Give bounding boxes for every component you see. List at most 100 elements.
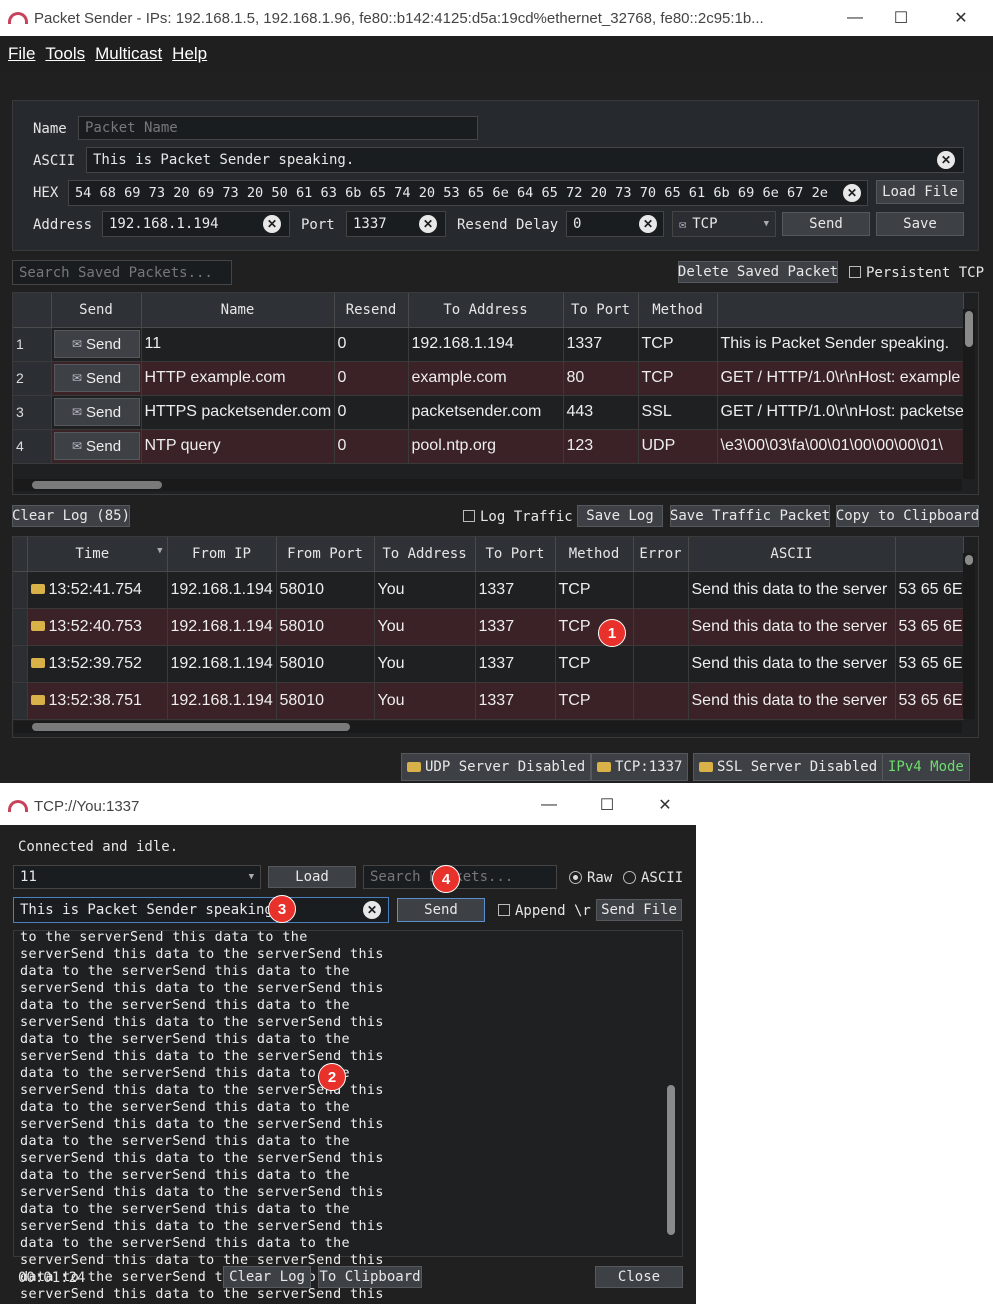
save-traffic-packet-button[interactable]: Save Traffic Packet: [670, 505, 830, 527]
ipv4-mode-status[interactable]: IPv4 Mode: [882, 753, 970, 781]
search-packets-input[interactable]: Search Packets...: [363, 865, 557, 889]
to-clipboard-button[interactable]: To Clipboard: [318, 1266, 422, 1288]
saved-table-vscroll[interactable]: [963, 309, 975, 479]
table-row[interactable]: 1 ✉ Send 11 0 192.168.1.194 1337 TCP This…: [13, 327, 964, 362]
table-row[interactable]: 2 ✉ Send HTTP example.com 0 example.com 8…: [13, 361, 964, 396]
col-data[interactable]: [717, 293, 964, 328]
clear-hex-icon[interactable]: ✕: [843, 184, 861, 202]
row-header: [13, 645, 28, 683]
clear-log-button[interactable]: Clear Log (85): [12, 505, 130, 527]
address-input[interactable]: 192.168.1.194: [102, 211, 290, 237]
menu-bar: File Tools Multicast Help: [0, 37, 993, 71]
table-row[interactable]: 3 ✉ Send HTTPS packetsender.com 0 packets…: [13, 395, 964, 430]
udp-status[interactable]: UDP Server Disabled: [401, 753, 592, 781]
row-send-button[interactable]: ✉ Send: [53, 364, 140, 392]
row-send-button[interactable]: ✉ Send: [53, 432, 140, 460]
send-cell: ✉ Send: [51, 361, 142, 396]
col-send[interactable]: Send: [51, 293, 142, 328]
tcp-status[interactable]: TCP:1337: [591, 753, 689, 781]
col-error[interactable]: Error: [633, 537, 689, 572]
cell-address: pool.ntp.org: [408, 429, 564, 464]
minimize-button[interactable]: —: [832, 0, 878, 36]
tcp-send-button[interactable]: Send: [397, 898, 485, 922]
cell-time: 13:52:39.752: [27, 645, 168, 683]
name-label: Name: [33, 121, 67, 137]
close-window-button[interactable]: ✕: [938, 0, 984, 36]
menu-file[interactable]: File: [8, 44, 35, 64]
tcp-log-vscroll[interactable]: [665, 945, 677, 1241]
save-button[interactable]: Save: [876, 212, 964, 236]
ascii-radio[interactable]: ASCII: [623, 870, 683, 886]
send-button[interactable]: Send: [782, 212, 870, 236]
close-window-button[interactable]: ✕: [642, 787, 688, 823]
clear-resend-icon[interactable]: ✕: [639, 215, 657, 233]
table-row[interactable]: 13:52:40.753 192.168.1.194 58010 You 133…: [13, 608, 964, 646]
table-row[interactable]: 4 ✉ Send NTP query 0 pool.ntp.org 123 UDP…: [13, 429, 964, 464]
table-row[interactable]: 13:52:38.751 192.168.1.194 58010 You 133…: [13, 682, 964, 720]
row-send-button[interactable]: ✉ Send: [53, 398, 140, 426]
cell-method: TCP: [638, 327, 718, 362]
load-button[interactable]: Load: [268, 866, 356, 888]
copy-to-clipboard-button[interactable]: Copy to Clipboard: [836, 505, 979, 527]
row-send-button[interactable]: ✉ Send: [53, 330, 140, 358]
maximize-button[interactable]: ☐: [584, 787, 630, 823]
persistent-tcp-checkbox[interactable]: Persistent TCP: [849, 265, 984, 281]
col-method[interactable]: Method: [638, 293, 718, 328]
cell-resend: 0: [334, 327, 409, 362]
table-row[interactable]: 13:52:39.752 192.168.1.194 58010 You 133…: [13, 645, 964, 683]
col-to-address[interactable]: To Address: [408, 293, 564, 328]
protocol-select[interactable]: ✉ TCP ▼: [672, 211, 776, 237]
clear-address-icon[interactable]: ✕: [263, 215, 281, 233]
col-name[interactable]: Name: [141, 293, 335, 328]
minimize-button[interactable]: —: [526, 787, 572, 823]
log-traffic-checkbox[interactable]: Log Traffic: [463, 509, 573, 525]
ascii-input[interactable]: This is Packet Sender speaking.: [86, 147, 964, 173]
search-saved-input[interactable]: Search Saved Packets...: [12, 260, 232, 285]
load-file-button[interactable]: Load File: [876, 180, 964, 204]
delete-saved-packet-button[interactable]: Delete Saved Packet: [678, 261, 838, 283]
menu-tools[interactable]: Tools: [45, 44, 85, 64]
col-method[interactable]: Method: [555, 537, 634, 572]
col-ascii[interactable]: ASCII: [688, 537, 896, 572]
clear-port-icon[interactable]: ✕: [419, 215, 437, 233]
raw-radio[interactable]: Raw: [569, 870, 612, 886]
col-to-port[interactable]: To Port: [563, 293, 639, 328]
maximize-button[interactable]: ☐: [878, 0, 924, 36]
log-table-hscroll[interactable]: [14, 721, 962, 733]
log-table-vscroll[interactable]: [963, 553, 975, 719]
folder-icon: [30, 620, 45, 631]
table-row[interactable]: 13:52:41.754 192.168.1.194 58010 You 133…: [13, 571, 964, 609]
corner-header: [13, 537, 28, 572]
send-file-button[interactable]: Send File: [596, 899, 682, 921]
cell-address: 192.168.1.194: [408, 327, 564, 362]
annotation-badge-2: 2: [318, 1063, 346, 1091]
close-button[interactable]: Close: [595, 1266, 683, 1288]
hex-input[interactable]: 54 68 69 73 20 69 73 20 50 61 63 6b 65 7…: [68, 180, 868, 206]
clear-input-icon[interactable]: ✕: [363, 901, 381, 919]
col-time[interactable]: Time ▼: [27, 537, 168, 572]
tcp-log-line: data to the serverSend this data to the: [20, 1032, 351, 1047]
packet-name-input[interactable]: Packet Name: [78, 116, 478, 140]
persistent-tcp-check-icon: [849, 266, 861, 278]
col-from-port[interactable]: From Port: [276, 537, 375, 572]
saved-table-hscroll[interactable]: [14, 479, 962, 491]
col-to-address[interactable]: To Address: [374, 537, 476, 572]
tcp-clear-log-button[interactable]: Clear Log: [223, 1266, 311, 1288]
menu-multicast[interactable]: Multicast: [95, 44, 162, 64]
radio-unchecked-icon: [623, 871, 636, 884]
packet-select[interactable]: 11 ▼: [13, 865, 261, 889]
col-hex[interactable]: [895, 537, 964, 572]
clear-ascii-icon[interactable]: ✕: [937, 151, 955, 169]
save-log-button[interactable]: Save Log: [577, 505, 663, 527]
tcp-log-text: to the serverSend this data to the server…: [20, 929, 384, 1304]
cell-error: [633, 608, 689, 646]
ssl-status[interactable]: SSL Server Disabled: [693, 753, 884, 781]
col-resend[interactable]: Resend: [334, 293, 409, 328]
col-from-ip[interactable]: From IP: [167, 537, 277, 572]
append-r-checkbox[interactable]: Append \r: [498, 903, 591, 919]
tcp-log-line: data to the serverSend this data to the: [20, 1100, 351, 1115]
tcp-send-input[interactable]: This is Packet Sender speaking.: [13, 897, 389, 923]
menu-help[interactable]: Help: [172, 44, 207, 64]
cell-address: packetsender.com: [408, 395, 564, 430]
col-to-port[interactable]: To Port: [475, 537, 556, 572]
